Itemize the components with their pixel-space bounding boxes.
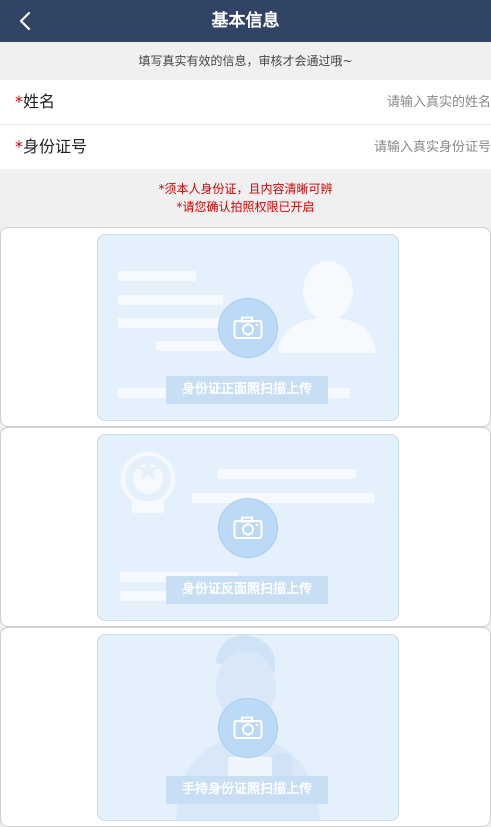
app-header: 基本信息	[0, 0, 491, 42]
avatar-silhouette-icon	[278, 261, 376, 353]
text-line	[156, 341, 226, 351]
camera-icon	[233, 316, 263, 339]
id-back-illustration: 身份证反面照扫描上传	[97, 434, 399, 621]
id-number-row: *身份证号	[0, 125, 491, 169]
notice-text: 填写真实有效的信息，审核才会通过哦~	[0, 42, 491, 80]
upload-handheld-label: 手持身份证照扫描上传	[166, 776, 328, 804]
warning-line-2: *请您确认拍照权限已开启	[176, 200, 315, 214]
id-number-input[interactable]	[191, 125, 491, 169]
id-number-label-text: 身份证号	[23, 137, 88, 156]
camera-button[interactable]	[218, 298, 278, 358]
text-line	[118, 271, 196, 281]
page-title: 基本信息	[211, 11, 280, 31]
upload-front-label: 身份证正面照扫描上传	[166, 376, 328, 404]
required-mark: *	[15, 92, 23, 111]
warning-messages: *须本人身份证，且内容清晰可辨 *请您确认拍照权限已开启	[0, 170, 491, 226]
warning-line-1: *须本人身份证，且内容清晰可辨	[158, 182, 333, 196]
id-front-illustration: 身份证正面照扫描上传	[97, 234, 399, 421]
upload-card-front[interactable]: 身份证正面照扫描上传	[0, 227, 491, 427]
text-line	[192, 493, 374, 503]
name-label: *姓名	[15, 80, 55, 124]
upload-card-handheld[interactable]: 手持身份证照扫描上传	[0, 627, 491, 827]
camera-button[interactable]	[218, 698, 278, 758]
upload-back-label: 身份证反面照扫描上传	[166, 576, 328, 604]
upload-card-back[interactable]: 身份证反面照扫描上传	[0, 427, 491, 627]
name-input[interactable]	[191, 80, 491, 124]
handheld-id-illustration: 手持身份证照扫描上传	[97, 634, 399, 821]
required-mark: *	[15, 137, 23, 156]
name-row: *姓名	[0, 80, 491, 125]
camera-icon	[233, 516, 263, 539]
camera-icon	[233, 716, 263, 739]
text-line	[218, 469, 356, 479]
national-emblem-icon	[121, 452, 175, 513]
text-line	[118, 295, 223, 305]
info-form: *姓名 *身份证号	[0, 80, 491, 169]
id-number-label: *身份证号	[15, 125, 87, 169]
camera-button[interactable]	[218, 498, 278, 558]
name-label-text: 姓名	[23, 92, 56, 111]
